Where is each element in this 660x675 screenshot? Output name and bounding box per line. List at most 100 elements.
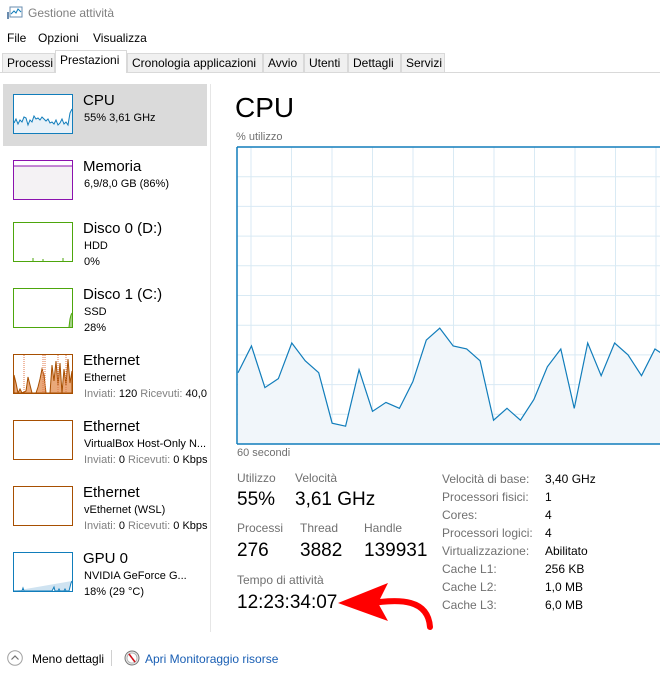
speed-value: 3,61 GHz (295, 489, 376, 510)
info-key: Cache L1: (442, 562, 497, 576)
tab-services[interactable]: Servizi (401, 53, 445, 72)
handles-label: Handle (364, 521, 403, 535)
ethernet-mini-graph (13, 354, 73, 394)
info-key: Virtualizzazione: (442, 544, 530, 558)
sent-value: 0 (118, 520, 125, 532)
info-value: 4 (545, 508, 552, 522)
tab-app-history[interactable]: Cronologia applicazioni (127, 53, 263, 72)
sidebar-item-title: GPU 0 (83, 550, 129, 567)
sidebar-item-title: Memoria (83, 158, 142, 175)
sidebar-divider[interactable] (210, 84, 211, 632)
info-key: Processori logici: (442, 526, 533, 540)
info-value: 4 (545, 526, 552, 540)
chart-y-label: % utilizzo (236, 131, 283, 143)
received-value: 0 Kbps (173, 520, 208, 532)
sidebar-item-memory[interactable]: Memoria 6,9/8,0 GB (86%) (3, 150, 207, 212)
tab-startup[interactable]: Avvio (263, 53, 304, 72)
page-title: CPU (235, 92, 295, 123)
less-details-button[interactable]: Meno dettagli (32, 652, 104, 666)
speed-label: Velocità (295, 471, 338, 485)
processes-label: Processi (237, 521, 284, 535)
info-value: 1 (545, 490, 552, 504)
sidebar-item-usage: 18% (29 °C) (84, 586, 145, 598)
sidebar-item-title: Ethernet (83, 352, 140, 369)
sidebar-item-usage: 0% (84, 256, 100, 268)
sidebar-item-detail: NVIDIA GeForce G... (84, 570, 187, 582)
uptime-label: Tempo di attività (237, 573, 324, 587)
menu-bar: File Opzioni Visualizza (0, 28, 660, 48)
sidebar-item-title: Ethernet (83, 484, 140, 501)
sidebar-item-disk-1[interactable]: Disco 1 (C:) SSD 28% (3, 278, 207, 340)
received-label: Ricevuti: (140, 388, 183, 400)
menu-view[interactable]: Visualizza (93, 31, 147, 45)
info-value: Abilitato (545, 544, 588, 558)
open-resource-monitor-link[interactable]: Apri Monitoraggio risorse (145, 652, 278, 666)
resource-sidebar: CPU 55% 3,61 GHz Memoria 6,9/8,0 GB (86%… (0, 84, 210, 632)
sidebar-item-ethernet-3[interactable]: Ethernet vEthernet (WSL) Inviati: 0 Rice… (3, 476, 210, 538)
sidebar-item-title: CPU (83, 92, 115, 109)
annotation-arrow (338, 583, 433, 630)
sidebar-item-gpu[interactable]: GPU 0 NVIDIA GeForce G... 18% (29 °C) (3, 542, 207, 604)
sidebar-item-detail: 55% 3,61 GHz (84, 112, 156, 124)
handles-value: 139931 (364, 540, 428, 561)
received-label: Ricevuti: (128, 454, 171, 466)
info-key: Processori fisici: (442, 490, 529, 504)
tab-users[interactable]: Utenti (304, 53, 348, 72)
sidebar-item-ethernet-1[interactable]: Ethernet Ethernet Inviati: 120 Ricevuti:… (3, 344, 207, 406)
disk0-mini-graph (13, 222, 73, 262)
ethernet-mini-graph (13, 486, 73, 526)
sidebar-item-detail: Ethernet (84, 372, 126, 384)
received-value: 0 Kbps (173, 454, 208, 466)
chart-x-label: 60 secondi (237, 447, 291, 459)
task-manager-icon (7, 6, 23, 19)
received-value: 40,0 (185, 388, 207, 400)
tab-processes[interactable]: Processi (2, 53, 55, 72)
sidebar-item-cpu[interactable]: CPU 55% 3,61 GHz (3, 84, 207, 146)
cpu-usage-chart (236, 146, 660, 445)
chart-area-fill (238, 328, 660, 444)
memory-mini-graph (13, 160, 73, 200)
tab-performance[interactable]: Prestazioni (55, 50, 127, 73)
window-title: Gestione attività (28, 6, 115, 20)
ethernet-mini-graph (13, 420, 73, 460)
cpu-mini-graph (13, 94, 73, 134)
threads-label: Thread (300, 521, 339, 535)
menu-file[interactable]: File (7, 31, 26, 45)
sidebar-item-ethernet-2[interactable]: Ethernet VirtualBox Host-Only N... Invia… (3, 410, 210, 472)
sent-label: Inviati: (84, 454, 116, 466)
info-value: 256 KB (545, 562, 585, 576)
sidebar-item-title: Disco 0 (D:) (83, 220, 163, 237)
sent-label: Inviati: (84, 520, 116, 532)
info-value: 3,40 GHz (545, 472, 596, 486)
sidebar-item-throughput: Inviati: 0 Ricevuti: 0 Kbps (84, 454, 210, 466)
disk1-mini-graph (13, 288, 73, 328)
sidebar-item-throughput: Inviati: 0 Ricevuti: 0 Kbps (84, 520, 210, 532)
sidebar-item-detail: VirtualBox Host-Only N... (84, 438, 207, 450)
menu-options[interactable]: Opzioni (38, 31, 79, 45)
info-key: Cache L2: (442, 580, 497, 594)
footer-divider (111, 650, 112, 666)
utilization-label: Utilizzo (237, 471, 276, 485)
info-key: Velocità di base: (442, 472, 530, 486)
info-value: 1,0 MB (545, 580, 584, 594)
sidebar-item-detail: HDD (84, 240, 108, 252)
sent-value: 120 (118, 388, 138, 400)
sidebar-item-disk-0[interactable]: Disco 0 (D:) HDD 0% (3, 212, 207, 274)
sidebar-item-detail: SSD (84, 306, 107, 318)
tab-details[interactable]: Dettagli (348, 53, 401, 72)
chevron-up-circle-icon[interactable] (7, 650, 23, 666)
sent-value: 0 (118, 454, 125, 466)
sidebar-item-throughput: Inviati: 120 Ricevuti: 40,0 (84, 388, 210, 400)
processes-value: 276 (237, 540, 269, 561)
sidebar-item-usage: 28% (84, 322, 107, 334)
tab-bar: Processi Prestazioni Cronologia applicaz… (0, 50, 660, 73)
info-key: Cache L3: (442, 598, 497, 612)
uptime-value: 12:23:34:07 (237, 592, 338, 613)
footer: Meno dettagli Apri Monitoraggio risorse (0, 646, 660, 674)
sent-label: Inviati: (84, 388, 116, 400)
sidebar-item-title: Disco 1 (C:) (83, 286, 163, 303)
info-key: Cores: (442, 508, 478, 522)
gpu-mini-graph (13, 552, 73, 592)
sidebar-item-title: Ethernet (83, 418, 140, 435)
utilization-value: 55% (237, 489, 276, 510)
